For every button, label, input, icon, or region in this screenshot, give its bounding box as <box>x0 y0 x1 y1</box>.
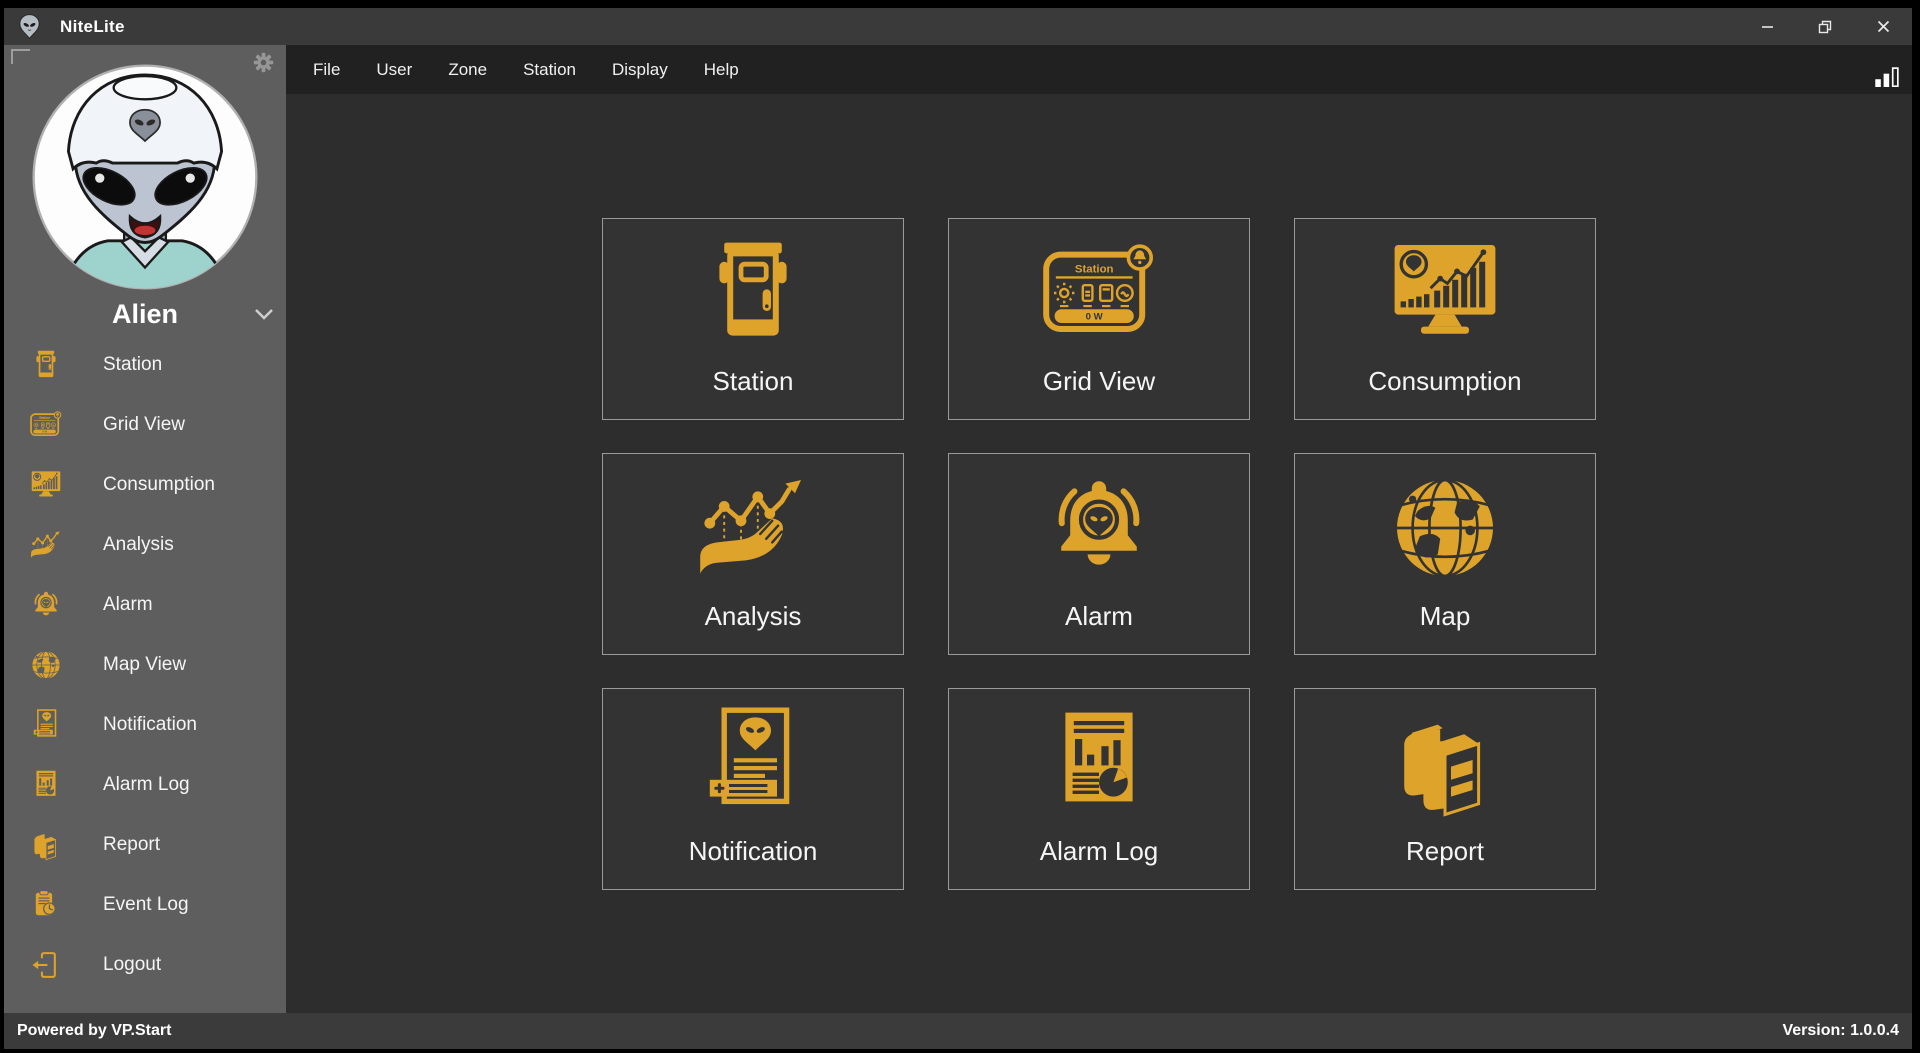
menu-bar: File User Zone Station Display Help <box>286 45 1912 94</box>
analysis-icon <box>693 468 813 588</box>
sidebar-item-label: Alarm <box>103 594 153 616</box>
alarm-log-icon <box>29 768 63 802</box>
tile-label: Consumption <box>1368 366 1521 397</box>
menu-user[interactable]: User <box>358 54 430 86</box>
tile-consumption[interactable]: Consumption <box>1294 218 1596 420</box>
avatar <box>29 61 261 293</box>
status-bar: Powered by VP.Start Version: 1.0.0.4 <box>4 1013 1912 1049</box>
sidebar-menu: Station Grid View Consumption Analysis A… <box>4 335 286 995</box>
consumption-icon <box>29 468 63 502</box>
alarm-icon <box>29 588 63 622</box>
sidebar-item-label: Logout <box>103 954 161 976</box>
notification-icon <box>693 703 813 823</box>
notification-icon <box>29 708 63 742</box>
map-icon <box>29 648 63 682</box>
report-icon <box>29 828 63 862</box>
alarm-log-icon <box>1039 703 1159 823</box>
report-icon <box>1385 703 1505 823</box>
powered-by-text: Powered by VP.Start <box>17 1022 171 1040</box>
analysis-icon <box>29 528 63 562</box>
sidebar-item-map-view[interactable]: Map View <box>4 635 286 695</box>
sidebar-item-label: Consumption <box>103 474 215 496</box>
chevron-down-icon <box>254 308 274 320</box>
menu-help[interactable]: Help <box>686 54 757 86</box>
grid-view-icon <box>1039 233 1159 353</box>
tile-report[interactable]: Report <box>1294 688 1596 890</box>
logout-icon <box>29 948 63 982</box>
tile-notification[interactable]: Notification <box>602 688 904 890</box>
sidebar-item-logout[interactable]: Logout <box>4 935 286 995</box>
signal-strength-icon <box>1875 67 1900 87</box>
user-name: Alien <box>112 299 178 330</box>
window-controls <box>1738 8 1912 45</box>
sidebar-item-analysis[interactable]: Analysis <box>4 515 286 575</box>
sidebar-item-label: Alarm Log <box>103 774 190 796</box>
tile-label: Alarm <box>1065 601 1133 632</box>
restore-button[interactable] <box>1796 8 1854 45</box>
right-column: File User Zone Station Display Help Stat… <box>286 45 1912 1013</box>
consumption-icon <box>1385 233 1505 353</box>
minimize-icon <box>1761 20 1774 33</box>
tile-grid-view[interactable]: Grid View <box>948 218 1250 420</box>
app-window: NiteLite <box>4 8 1912 1049</box>
avatar-wrap <box>4 45 286 293</box>
menu-file[interactable]: File <box>295 54 358 86</box>
body-row: Alien Station Grid View Consumption <box>4 45 1912 1013</box>
sidebar-item-label: Notification <box>103 714 197 736</box>
sidebar-item-notification[interactable]: Notification <box>4 695 286 755</box>
close-icon <box>1877 20 1890 33</box>
map-icon <box>1385 468 1505 588</box>
close-button[interactable] <box>1854 8 1912 45</box>
grid-view-icon <box>29 408 63 442</box>
tile-label: Grid View <box>1043 366 1155 397</box>
corner-bracket-decoration <box>11 49 30 64</box>
tile-analysis[interactable]: Analysis <box>602 453 904 655</box>
sidebar-item-label: Analysis <box>103 534 174 556</box>
sidebar-item-consumption[interactable]: Consumption <box>4 455 286 515</box>
tile-grid: Station Grid View Consumption Analysis <box>602 218 1596 890</box>
tile-label: Report <box>1406 836 1484 867</box>
menu-display[interactable]: Display <box>594 54 686 86</box>
sidebar-item-station[interactable]: Station <box>4 335 286 395</box>
sidebar-item-alarm[interactable]: Alarm <box>4 575 286 635</box>
sidebar-item-label: Event Log <box>103 894 189 916</box>
main-content: Station Grid View Consumption Analysis <box>286 94 1912 1013</box>
sidebar-item-alarm-log[interactable]: Alarm Log <box>4 755 286 815</box>
tile-label: Notification <box>689 836 818 867</box>
sidebar-item-event-log[interactable]: Event Log <box>4 875 286 935</box>
version-text: Version: 1.0.0.4 <box>1782 1022 1899 1040</box>
alarm-icon <box>1039 468 1159 588</box>
menu-zone[interactable]: Zone <box>430 54 505 86</box>
minimize-button[interactable] <box>1738 8 1796 45</box>
restore-icon <box>1818 20 1832 34</box>
sidebar-item-report[interactable]: Report <box>4 815 286 875</box>
menu-station[interactable]: Station <box>505 54 594 86</box>
sidebar-item-grid-view[interactable]: Grid View <box>4 395 286 455</box>
tile-label: Map <box>1420 601 1471 632</box>
tile-alarm-log[interactable]: Alarm Log <box>948 688 1250 890</box>
sidebar-item-label: Map View <box>103 654 186 676</box>
user-menu[interactable]: Alien <box>4 295 286 333</box>
station-icon <box>693 233 813 353</box>
sidebar: Alien Station Grid View Consumption <box>4 45 286 1013</box>
sidebar-item-label: Station <box>103 354 162 376</box>
title-bar: NiteLite <box>4 8 1912 45</box>
tile-map[interactable]: Map <box>1294 453 1596 655</box>
gear-icon[interactable] <box>250 49 277 76</box>
tile-label: Alarm Log <box>1040 836 1159 867</box>
station-icon <box>29 348 63 382</box>
tile-station[interactable]: Station <box>602 218 904 420</box>
window-title: NiteLite <box>60 17 125 37</box>
app-logo-alien-icon <box>16 13 43 40</box>
event-log-icon <box>29 888 63 922</box>
tile-alarm[interactable]: Alarm <box>948 453 1250 655</box>
sidebar-item-label: Grid View <box>103 414 185 436</box>
sidebar-item-label: Report <box>103 834 160 856</box>
tile-label: Analysis <box>705 601 802 632</box>
tile-label: Station <box>713 366 794 397</box>
